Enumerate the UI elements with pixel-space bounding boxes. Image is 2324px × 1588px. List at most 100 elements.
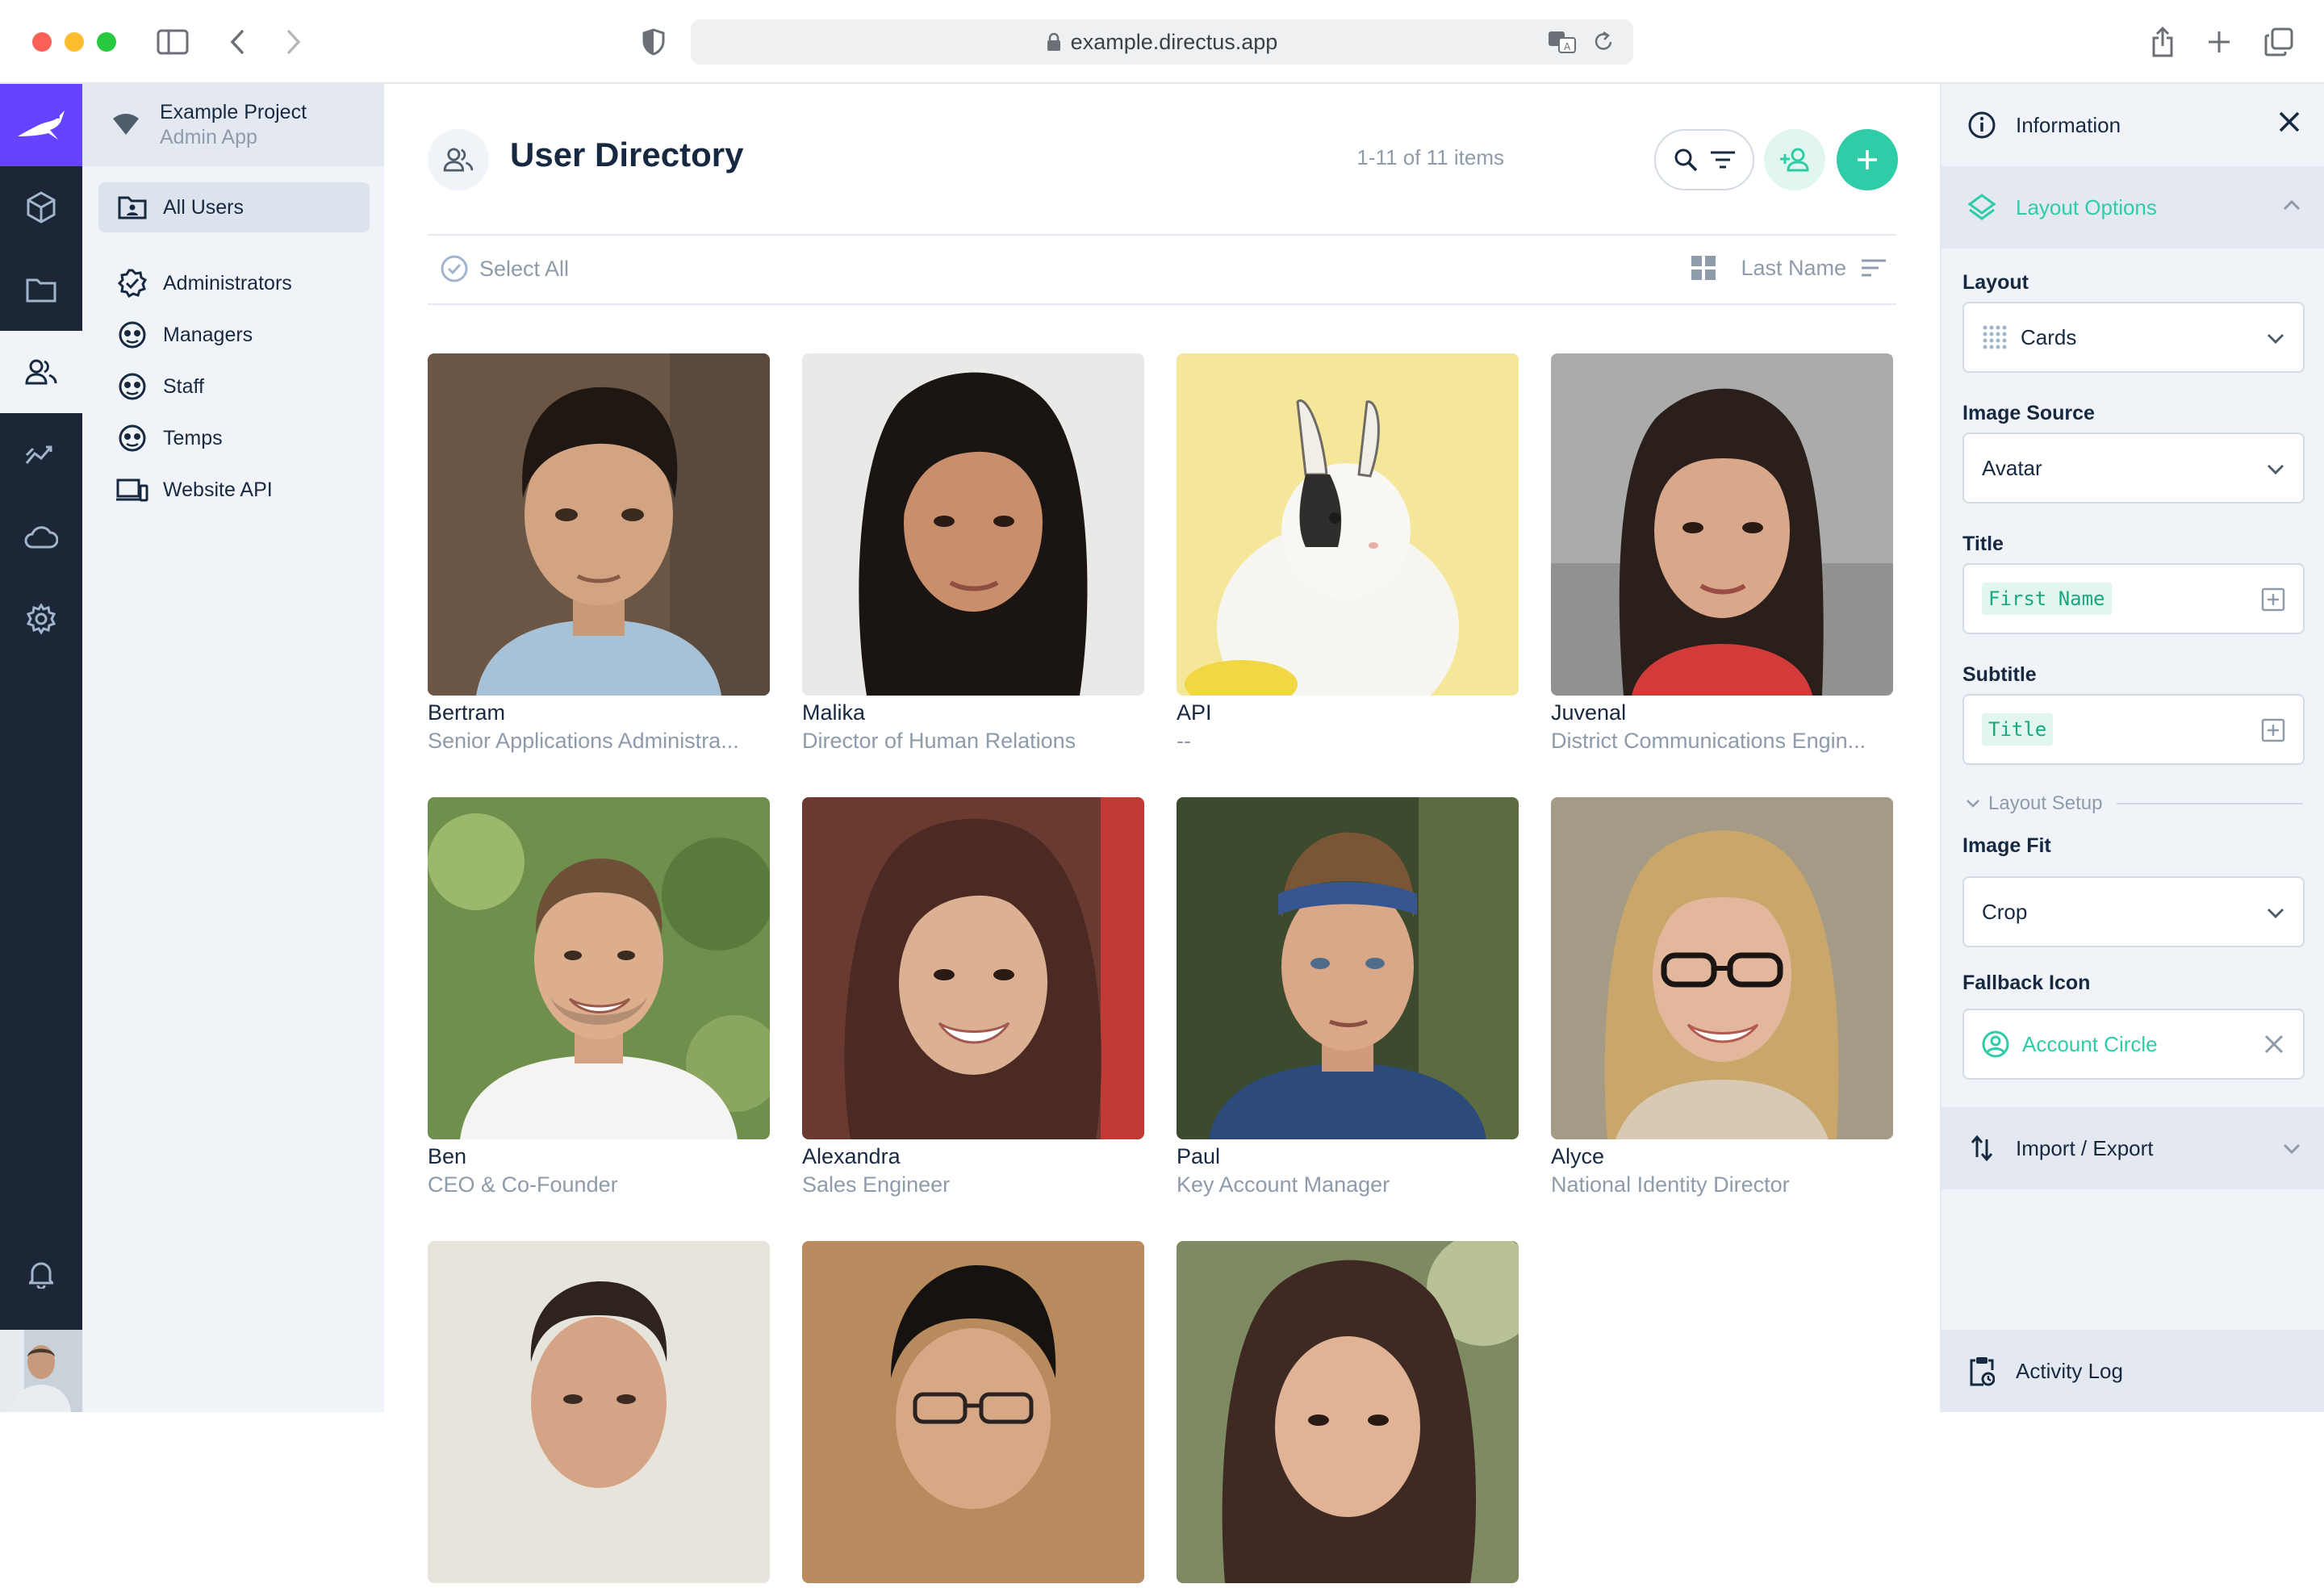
nav-item-staff[interactable]: Staff <box>98 361 370 412</box>
user-name: Ben <box>428 1144 467 1168</box>
notifications-bell-icon[interactable] <box>0 1233 82 1315</box>
verified-badge-icon <box>116 269 148 298</box>
project-header[interactable]: Example Project Admin App <box>82 84 384 166</box>
back-icon[interactable] <box>218 23 257 61</box>
address-bar[interactable]: example.directus.app A <box>691 19 1633 65</box>
sort-field[interactable]: Last Name <box>1741 256 1846 281</box>
layout-setup-divider[interactable]: Layout Setup <box>1966 792 2303 815</box>
close-icon[interactable] <box>2277 110 2301 134</box>
search-filter-pill[interactable] <box>1654 129 1754 190</box>
user-card[interactable]: Bertram Senior Applications Administra..… <box>428 353 770 754</box>
nav-item-all-users[interactable]: All Users <box>98 182 370 232</box>
invite-user-button[interactable] <box>1764 129 1825 190</box>
privacy-shield-icon[interactable] <box>634 23 673 61</box>
nav-item-label: Staff <box>163 374 204 398</box>
browser-toolbar: example.directus.app A <box>0 0 2324 84</box>
devices-icon <box>116 478 148 502</box>
chevron-up-icon <box>2282 198 2301 211</box>
user-avatar-image <box>1551 797 1893 1139</box>
face-icon <box>116 424 148 452</box>
activity-log-section-toggle[interactable]: Activity Log <box>1942 1330 2324 1412</box>
user-card[interactable] <box>1177 1241 1519 1588</box>
user-card[interactable]: Alexandra Sales Engineer <box>802 797 1144 1197</box>
nav-item-label: All Users <box>163 195 245 219</box>
sidebar-toggle-icon[interactable] <box>153 23 192 61</box>
create-item-button[interactable] <box>1837 129 1898 190</box>
user-card[interactable]: API -- <box>1177 353 1519 754</box>
information-label: Information <box>2016 112 2121 137</box>
face-icon <box>116 373 148 400</box>
image-fit-select[interactable]: Crop <box>1962 876 2305 947</box>
current-user-avatar[interactable] <box>0 1330 82 1412</box>
url-text: example.directus.app <box>1070 29 1278 54</box>
zoom-window-button[interactable] <box>97 32 116 52</box>
content-module-icon[interactable] <box>0 166 82 249</box>
user-avatar-image <box>802 1241 1144 1583</box>
tab-overview-icon[interactable] <box>2259 23 2298 61</box>
minimize-window-button[interactable] <box>65 32 84 52</box>
clipboard-clock-icon <box>1966 1356 1998 1386</box>
user-card[interactable]: Juvenal District Communications Engin... <box>1551 353 1893 754</box>
share-icon[interactable] <box>2143 23 2182 61</box>
dot-grid-icon <box>1982 324 2008 350</box>
nav-item-website-api[interactable]: Website API <box>98 465 370 515</box>
settings-module-icon[interactable] <box>0 578 82 660</box>
nav-item-administrators[interactable]: Administrators <box>98 258 370 308</box>
cloud-module-icon[interactable] <box>0 495 82 578</box>
select-all-button[interactable]: Select All <box>441 255 569 282</box>
layers-icon <box>1966 193 1998 222</box>
item-count: 1-11 of 11 items <box>1356 145 1504 169</box>
users-module-icon[interactable] <box>0 331 82 413</box>
user-card[interactable] <box>802 1241 1144 1588</box>
nav-item-managers[interactable]: Managers <box>98 310 370 360</box>
add-field-icon[interactable] <box>2261 587 2285 612</box>
chevron-down-icon <box>2266 907 2285 920</box>
module-bar <box>0 84 82 1412</box>
sort-direction-icon[interactable] <box>1861 258 1887 278</box>
insights-module-icon[interactable] <box>0 413 82 495</box>
user-card[interactable] <box>428 1241 770 1588</box>
reload-icon[interactable] <box>1593 31 1614 53</box>
user-card[interactable]: Paul Key Account Manager <box>1177 797 1519 1197</box>
grid-size-icon[interactable] <box>1691 255 1716 281</box>
svg-text:A: A <box>1564 41 1571 52</box>
title-template-input[interactable]: First Name <box>1962 563 2305 634</box>
info-icon <box>1966 111 1998 140</box>
user-name: Alyce <box>1551 1144 1605 1168</box>
fallback-icon-select[interactable]: Account Circle <box>1962 1009 2305 1080</box>
user-avatar-image <box>1551 353 1893 696</box>
filter-icon[interactable] <box>1710 150 1736 169</box>
subtitle-template-input[interactable]: Title <box>1962 694 2305 765</box>
user-title: District Communications Engin... <box>1551 729 1866 753</box>
new-tab-icon[interactable] <box>2200 23 2238 61</box>
user-card[interactable]: Alyce National Identity Director <box>1551 797 1893 1197</box>
chevron-down-icon <box>2266 332 2285 345</box>
translate-icon[interactable]: A <box>1548 31 1577 53</box>
layout-select[interactable]: Cards <box>1962 302 2305 373</box>
layout-field-label: Layout <box>1962 271 2029 294</box>
layout-options-section-toggle[interactable]: Layout Options <box>1942 166 2324 249</box>
plus-icon <box>1855 148 1879 172</box>
files-module-icon[interactable] <box>0 249 82 331</box>
forward-icon[interactable] <box>274 23 313 61</box>
user-card[interactable]: Malika Director of Human Relations <box>802 353 1144 754</box>
image-source-select[interactable]: Avatar <box>1962 433 2305 504</box>
nav-item-temps[interactable]: Temps <box>98 413 370 463</box>
subtitle-field-label: Subtitle <box>1962 663 2037 686</box>
user-title: National Identity Director <box>1551 1172 1790 1197</box>
subtitle-field-chip: Title <box>1982 713 2054 746</box>
search-icon[interactable] <box>1674 148 1698 172</box>
import-export-section-toggle[interactable]: Import / Export <box>1942 1107 2324 1189</box>
user-card[interactable]: Ben CEO & Co-Founder <box>428 797 770 1197</box>
title-field-chip: First Name <box>1982 583 2112 615</box>
layout-setup-label: Layout Setup <box>1988 792 2103 814</box>
clear-icon[interactable] <box>2263 1033 2285 1055</box>
select-all-label: Select All <box>479 256 570 281</box>
directus-logo[interactable] <box>0 84 82 166</box>
close-window-button[interactable] <box>32 32 52 52</box>
layout-value: Cards <box>2021 324 2077 349</box>
add-field-icon[interactable] <box>2261 718 2285 742</box>
information-section-toggle[interactable]: Information <box>1942 84 2324 166</box>
account-circle-icon <box>1982 1030 2009 1058</box>
sort-controls: Last Name <box>1691 255 1887 281</box>
